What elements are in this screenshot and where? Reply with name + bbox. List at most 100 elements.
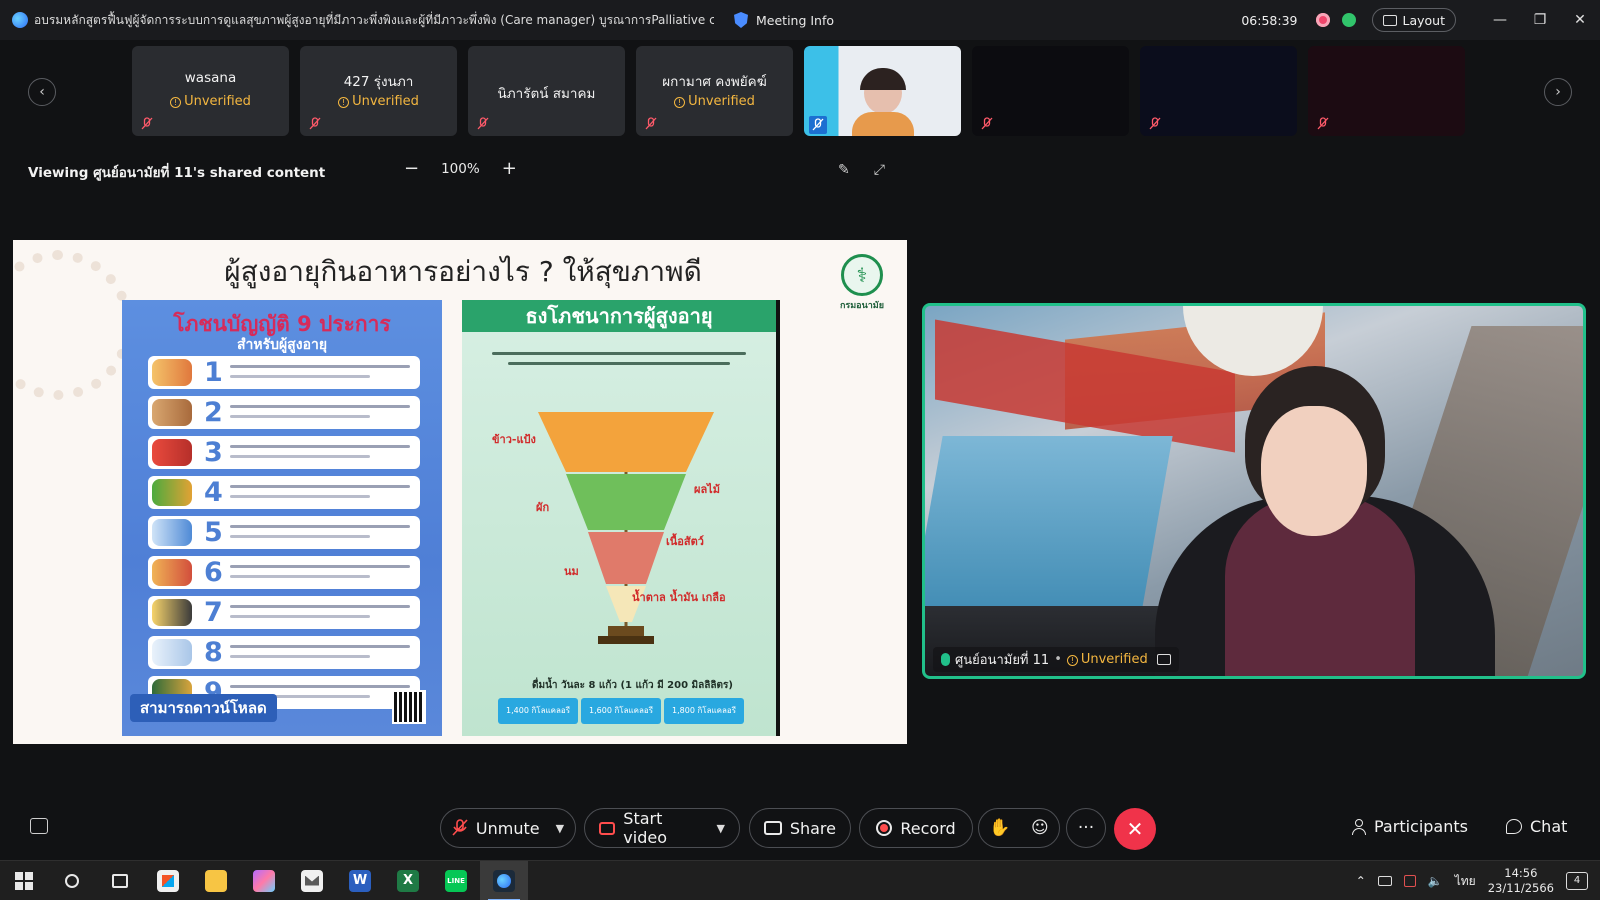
nutrition-flag-poster: ธงโภชนาการผู้สูงอายุ ข้าว-แป้ง ผลไม้ ผัก… (462, 300, 780, 736)
clock-time: 14:56 (1504, 866, 1538, 880)
share-button[interactable]: Share (749, 808, 851, 848)
snip-app[interactable] (240, 861, 288, 900)
strip-prev-button[interactable]: ‹ (28, 78, 56, 106)
participant-tile[interactable]: ผกามาศ คงพยัคฆ์ ! Unverified (636, 46, 793, 136)
more-options-button[interactable]: ··· (1066, 808, 1106, 848)
participant-tile[interactable] (972, 46, 1129, 136)
excel-app[interactable]: X (384, 861, 432, 900)
connection-status-icon[interactable] (1341, 13, 1356, 27)
caduceus-icon: ⚕ (841, 254, 883, 296)
zoom-out-button[interactable]: − (404, 158, 419, 179)
warning-icon: ! (674, 97, 686, 108)
active-speaker-video[interactable]: ศูนย์อนามัยที่ 11 • ! Unverified (922, 303, 1586, 679)
participant-tile[interactable] (1140, 46, 1297, 136)
speaker-face (1261, 406, 1367, 536)
snip-icon (253, 869, 275, 892)
mail-icon (301, 869, 323, 892)
unmute-button[interactable]: Unmute ▼ (440, 808, 576, 848)
guideline-text (230, 535, 370, 538)
participant-tile[interactable] (1308, 46, 1465, 136)
start-video-button[interactable]: Start video ▼ (584, 808, 740, 848)
caption-icon[interactable] (1156, 654, 1171, 665)
network-icon[interactable] (1377, 876, 1392, 886)
mail-app[interactable] (288, 861, 336, 900)
reactions-icon[interactable]: ☺ (1031, 818, 1049, 838)
minimize-button[interactable]: — (1480, 0, 1520, 40)
layout-icon (1382, 14, 1397, 26)
warning-icon: ! (1066, 655, 1078, 666)
close-window-button[interactable]: ✕ (1560, 0, 1600, 40)
participant-name: นิภารัตน์ สมาคม (497, 86, 596, 102)
system-tray: ⌃ 🔈 ไทย 14:56 23/11/2566 4 (1356, 861, 1600, 900)
language-indicator[interactable]: ไทย (1455, 872, 1476, 891)
annotate-icon[interactable]: ✎ (838, 162, 850, 178)
excel-icon: X (397, 869, 419, 892)
participant-tile[interactable]: นิภารัตน์ สมาคม (468, 46, 625, 136)
participant-hair (860, 68, 906, 90)
task-view-icon (112, 873, 128, 888)
task-view-button[interactable] (96, 861, 144, 900)
meeting-info-button[interactable]: Meeting Info (734, 12, 834, 28)
viewing-shared-content-label: Viewing ศูนย์อนามัยที่ 11's shared conte… (28, 165, 326, 181)
restore-button[interactable]: ❐ (1520, 0, 1560, 40)
security-icon[interactable] (1403, 875, 1416, 887)
raise-hand-icon[interactable]: ✋ (989, 818, 1010, 838)
guideline-text (230, 405, 410, 408)
guideline-text (230, 455, 370, 458)
windows-icon (15, 871, 33, 890)
warning-icon: ! (170, 97, 182, 108)
record-button[interactable]: Record (859, 808, 973, 848)
leave-meeting-button[interactable]: ✕ (1114, 808, 1156, 850)
energy-level: 1,400 กิโลแคลอรี (498, 698, 578, 724)
notifications-icon[interactable]: 4 (1566, 872, 1588, 890)
participant-tile[interactable]: 427 รุ่งนภา ! Unverified (300, 46, 457, 136)
sugar-oil-salt-label: น้ำตาล น้ำมัน เกลือ (632, 591, 726, 604)
download-banner: สามารถดาวน์โหลด (130, 694, 277, 722)
participant-tile[interactable]: wasana ! Unverified (132, 46, 289, 136)
clock[interactable]: 14:56 23/11/2566 (1488, 866, 1554, 896)
webex-app[interactable] (480, 860, 528, 900)
energy-level: 1,800 กิโลแคลอรี (664, 698, 744, 724)
poster-text-line (492, 352, 746, 355)
chat-button[interactable]: Chat (1506, 817, 1567, 836)
search-icon (65, 873, 79, 888)
meat-label: เนื้อสัตว์ (666, 535, 704, 548)
guideline-row: 6 (148, 556, 420, 589)
strip-next-button[interactable]: › (1544, 78, 1572, 106)
store-app[interactable] (144, 861, 192, 900)
status-text: Unverified (1080, 652, 1148, 667)
fullscreen-icon[interactable]: ⤢ (874, 162, 885, 178)
food-pyramid (538, 412, 714, 644)
folder-icon (205, 869, 227, 892)
recording-indicator-icon[interactable] (1315, 13, 1330, 27)
participant-status: ! Unverified (300, 94, 457, 109)
energy-text: 1,800 กิโลแคลอรี (672, 706, 736, 715)
line-app[interactable]: LINE (432, 861, 480, 900)
zoom-in-button[interactable]: + (502, 158, 517, 179)
energy-levels: 1,400 กิโลแคลอรี 1,600 กิโลแคลอรี 1,800 … (498, 698, 744, 724)
participants-button[interactable]: Participants (1352, 817, 1468, 836)
mic-muted-icon (140, 117, 154, 131)
store-icon (157, 869, 179, 892)
guideline-row: 2 (148, 396, 420, 429)
person-icon (1352, 818, 1366, 835)
speaker-icon[interactable]: 🔈 (1428, 874, 1443, 888)
logo-label: กรมอนามัย (839, 301, 885, 311)
captions-icon[interactable] (30, 818, 48, 834)
meeting-info-label: Meeting Info (756, 12, 835, 28)
file-explorer-app[interactable] (192, 861, 240, 900)
start-button[interactable] (0, 861, 48, 900)
mic-muted-icon (476, 117, 490, 131)
chevron-up-icon[interactable]: ⌃ (1356, 874, 1366, 888)
mic-muted-icon (644, 117, 658, 131)
layout-button[interactable]: Layout (1371, 8, 1456, 32)
word-app[interactable]: W (336, 861, 384, 900)
chevron-down-icon[interactable]: ▼ (556, 822, 564, 835)
food-image (152, 559, 192, 586)
energy-level: 1,600 กิโลแคลอรี (581, 698, 661, 724)
participant-video-tile[interactable] (804, 46, 961, 136)
fruit-label: ผลไม้ (694, 483, 720, 496)
poster-text-line (508, 362, 730, 365)
search-button[interactable] (48, 861, 96, 900)
chevron-down-icon[interactable]: ▼ (717, 822, 725, 835)
